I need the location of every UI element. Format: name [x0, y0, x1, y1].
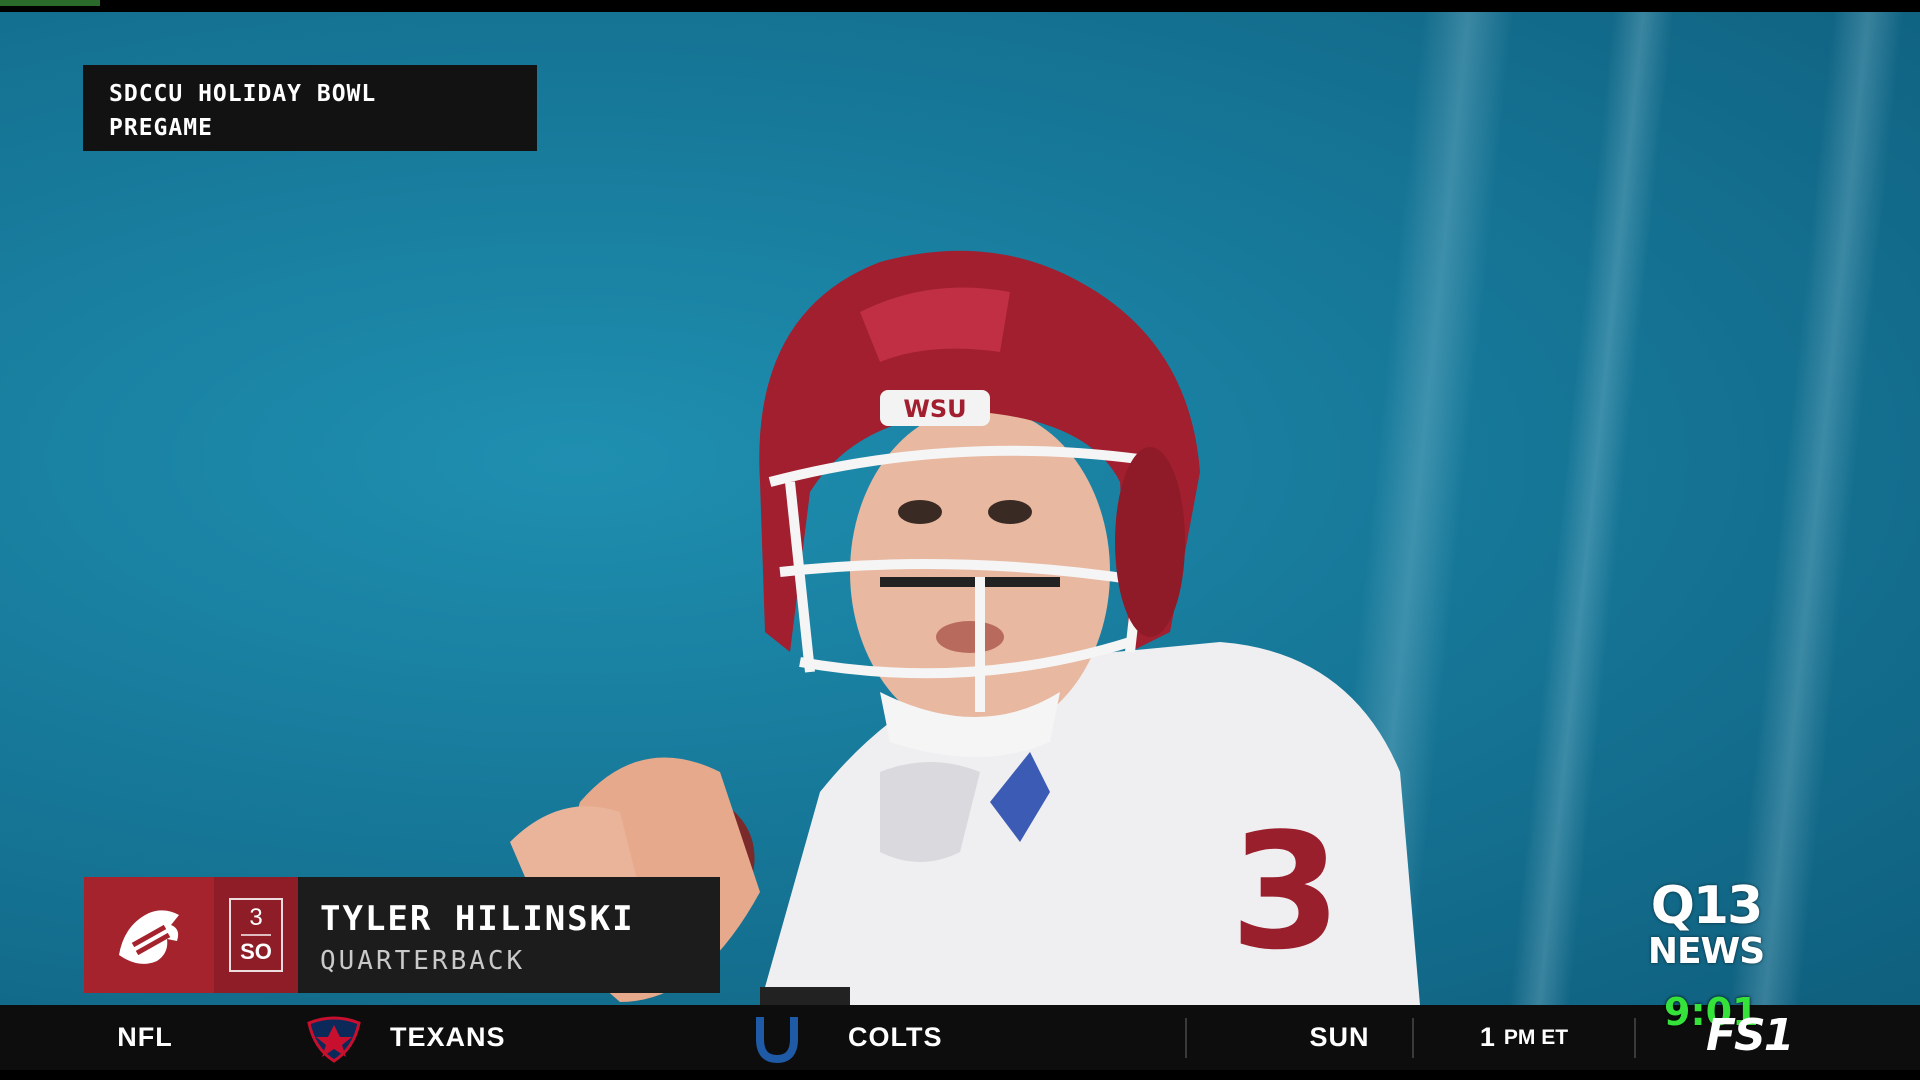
- home-team-name: COLTS: [848, 1022, 943, 1052]
- event-phase: PREGAME: [109, 115, 213, 141]
- video-frame: 3 WSU: [0, 12, 1920, 1005]
- event-tag: SDCCU HOLIDAY BOWL PREGAME: [83, 65, 537, 151]
- number-box: 3 SO: [229, 898, 283, 972]
- game-time-suffix: PM ET: [1503, 1025, 1569, 1049]
- away-team-name: TEXANS: [390, 1022, 506, 1052]
- helmet-logo-text: WSU: [903, 395, 966, 423]
- texans-logo-icon: [307, 1016, 361, 1063]
- top-strip: [0, 0, 100, 6]
- number-panel: 3 SO: [214, 877, 298, 993]
- ticker-league: NFL: [0, 1005, 290, 1070]
- class-year: SO: [240, 939, 272, 964]
- score-ticker: NFL TEXANS COLTS SUN 1 PM ET: [0, 1005, 1920, 1070]
- jersey-number: 3: [1230, 798, 1341, 985]
- league-label: NFL: [117, 1022, 173, 1052]
- player-lower-third: 3 SO TYLER HILINSKI QUARTERBACK: [84, 877, 720, 993]
- name-panel: TYLER HILINSKI QUARTERBACK: [298, 877, 720, 993]
- ticker-day: SUN: [1187, 1005, 1412, 1070]
- station-call-sign: Q13: [1650, 876, 1764, 936]
- quarterback-illustration: 3 WSU: [510, 250, 1420, 1005]
- ticker-away-team: TEXANS: [290, 1005, 730, 1070]
- ticker-home-team: COLTS: [730, 1005, 1185, 1070]
- bottom-bar: [0, 1070, 1920, 1080]
- station-bug: Q13 NEWS: [1636, 880, 1776, 972]
- game-time: 1: [1479, 1022, 1496, 1052]
- ticker-divider: [1634, 1017, 1636, 1058]
- player-number: 3: [249, 904, 263, 931]
- ticker-time: 1 PM ET: [1414, 1005, 1634, 1070]
- cougar-logo-icon: [119, 910, 179, 964]
- station-news-label: NEWS: [1647, 931, 1765, 972]
- team-logo: [84, 877, 214, 993]
- number-divider: [241, 934, 271, 936]
- player-position: QUARTERBACK: [320, 946, 526, 976]
- colts-horseshoe-icon: [756, 1016, 798, 1063]
- game-day: SUN: [1309, 1022, 1370, 1052]
- event-name: SDCCU HOLIDAY BOWL: [109, 81, 377, 107]
- player-name: TYLER HILINSKI: [320, 899, 635, 939]
- network-logo: FS1: [1706, 1010, 1794, 1061]
